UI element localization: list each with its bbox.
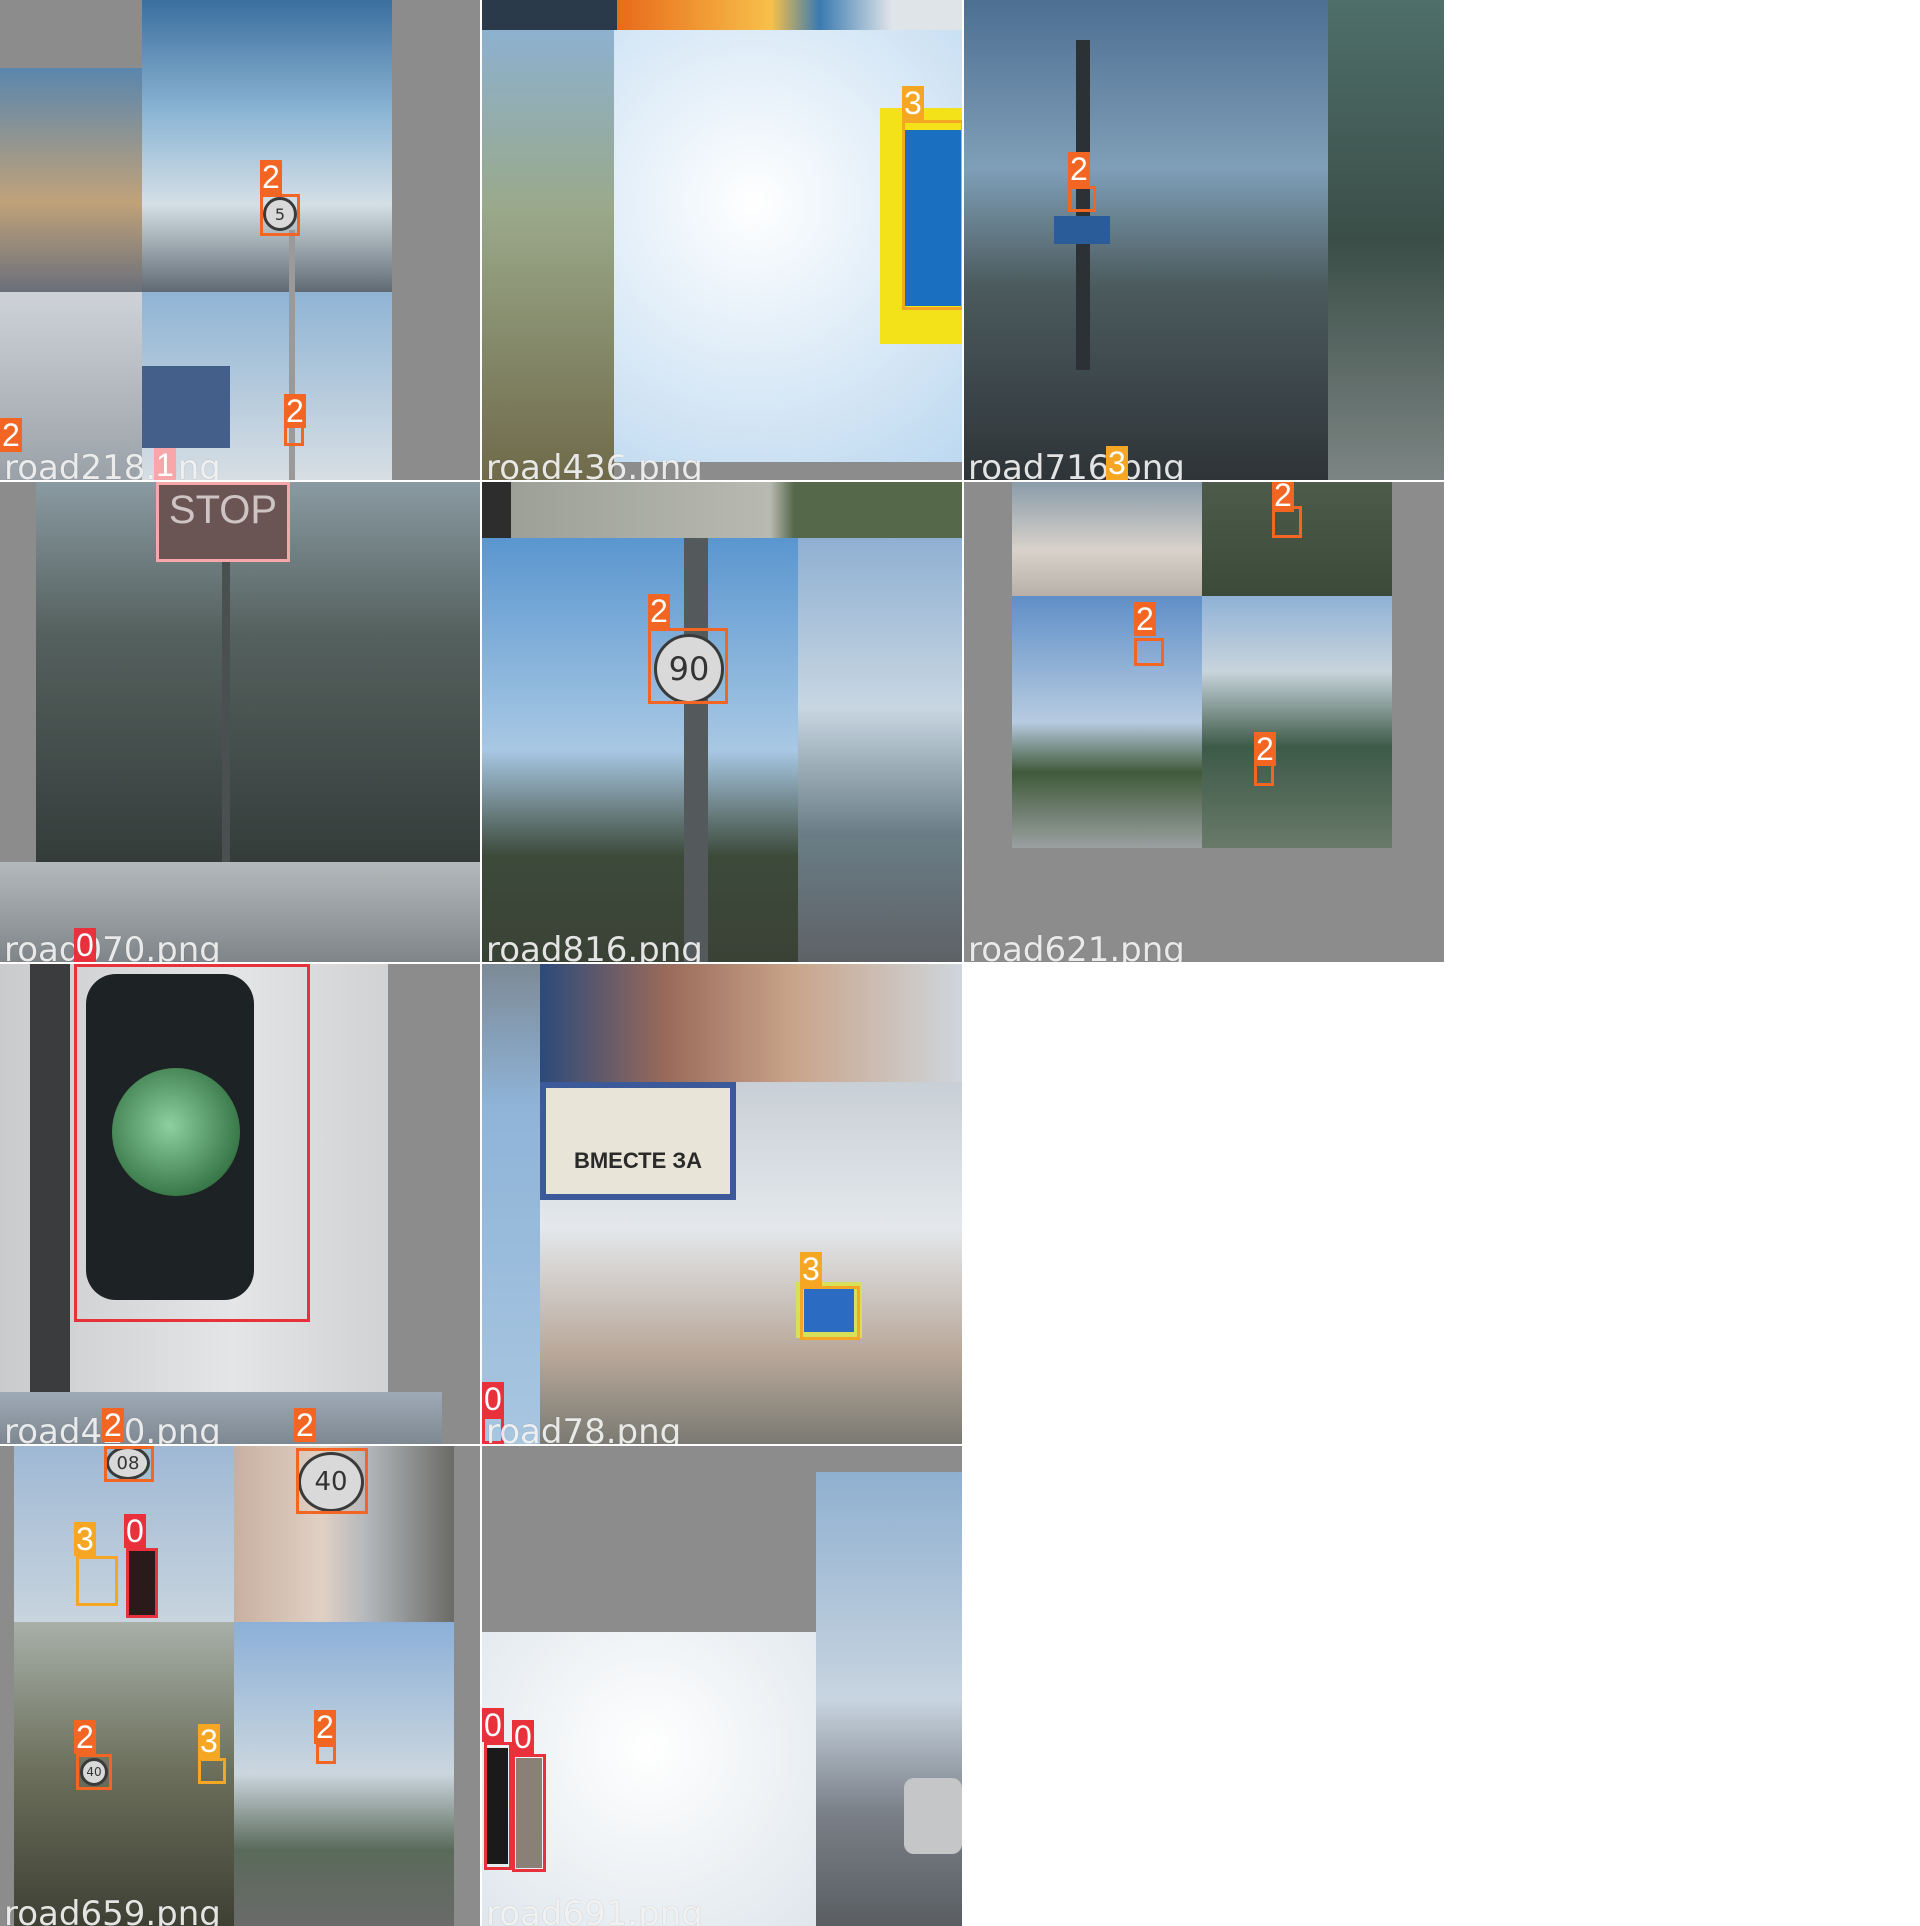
image-filename: road691.png [486, 1894, 703, 1926]
mosaic-tile-road716: 2 road716.png 3 [964, 0, 1444, 480]
detection-box [648, 628, 728, 704]
detection-label: 0 [124, 1513, 146, 1549]
sign-pole [222, 562, 230, 862]
mosaic-tile-road070: STOP road070.png 0 [0, 482, 480, 962]
detection-box [76, 1754, 112, 1790]
mosaic-tile-road218: 5 2 2 2 road218.png 1 [0, 0, 480, 480]
detection-label: 2 [260, 159, 282, 195]
image-filename: road78.png [486, 1412, 682, 1444]
detection-label: 3 [74, 1521, 96, 1557]
detection-label: 2 [284, 393, 306, 429]
detection-box [800, 1286, 860, 1340]
billboard: ВМЕСТЕ ЗА [540, 1082, 736, 1200]
detection-box [512, 1754, 546, 1872]
sign-pole [684, 538, 708, 962]
speed90-photo [482, 538, 798, 962]
image-filename: road621.png [968, 930, 1185, 962]
billboard [142, 366, 230, 448]
poles-photo [798, 538, 962, 962]
detection-box [156, 482, 290, 562]
detection-label: 2 [1068, 151, 1090, 187]
sky-city-photo [0, 68, 142, 292]
detection-label: 2 [0, 417, 22, 453]
crosswalk-photo [1012, 482, 1202, 596]
detection-box [1068, 186, 1096, 212]
mosaic-tile-road621: 2 2 2 road621.png [964, 482, 1444, 962]
mosaic-tile-road436: 3 road436.png [482, 0, 962, 480]
detection-box [198, 1758, 226, 1784]
detection-box [1134, 638, 1164, 666]
detection-label: 3 [800, 1251, 822, 1287]
detection-box [296, 1448, 368, 1514]
tower-photo [142, 0, 392, 292]
church-photo [540, 964, 962, 1082]
mosaic-tile-road420: road420.png 2 2 [0, 964, 480, 1444]
mosaic-tile-road816: 90 2 road816.png [482, 482, 962, 962]
image-filename: road659.png [4, 1894, 221, 1926]
snow-strip [482, 482, 962, 538]
detection-label: 0 [482, 1381, 504, 1417]
detection-label: 2 [1134, 601, 1156, 637]
detection-box [484, 1742, 512, 1870]
image-filename: road816.png [486, 930, 703, 962]
detection-box [902, 120, 962, 310]
blue-sign [1054, 216, 1110, 244]
detection-box [316, 1744, 336, 1764]
detection-label: 2 [74, 1719, 96, 1755]
image-filename: road218.png [4, 448, 221, 480]
detection-box [260, 194, 300, 236]
detection-box [76, 1556, 118, 1606]
light-pole [30, 964, 70, 1392]
highway-photo [816, 1472, 962, 1926]
detection-label: 3 [1106, 445, 1128, 480]
detection-box [104, 1446, 154, 1482]
detection-label: 0 [74, 927, 96, 962]
mosaic-tile-road78: ВМЕСТЕ ЗА 3 0 road78.png [482, 964, 962, 1444]
car [904, 1778, 962, 1854]
detection-label: 2 [294, 1407, 316, 1443]
left-sky-photo [482, 964, 540, 1444]
detection-label: 0 [482, 1707, 504, 1743]
detection-label: 2 [314, 1709, 336, 1745]
detection-label: 2 [102, 1407, 124, 1443]
mosaic-tile-road691: 0 0 road691.png [482, 1446, 962, 1926]
street-dusk-photo [964, 0, 1328, 480]
image-filename: road716.png [968, 448, 1185, 480]
detection-label: 2 [648, 593, 670, 629]
detection-label: 2 [1272, 482, 1294, 512]
top-strip [482, 0, 962, 30]
mosaic-tile-road659: 08 40 3 0 40 2 3 2 road659.png [0, 1446, 480, 1926]
trees-photo [482, 30, 614, 480]
forest-photo [1328, 0, 1444, 480]
detection-label: 1 [154, 447, 176, 480]
street-pole-photo [234, 1622, 454, 1926]
detection-label: 2 [1254, 731, 1276, 767]
sign100-photo [1202, 482, 1392, 596]
image-filename: road070.png [4, 930, 221, 962]
detection-label: 3 [902, 85, 924, 121]
detection-label: 3 [198, 1723, 220, 1759]
detection-label: 0 [512, 1719, 534, 1755]
detection-box [126, 1548, 158, 1618]
sign50-photo [1202, 596, 1392, 848]
sign90-photo [1012, 596, 1202, 848]
detection-box [74, 964, 310, 1322]
image-filename: road436.png [486, 448, 703, 480]
